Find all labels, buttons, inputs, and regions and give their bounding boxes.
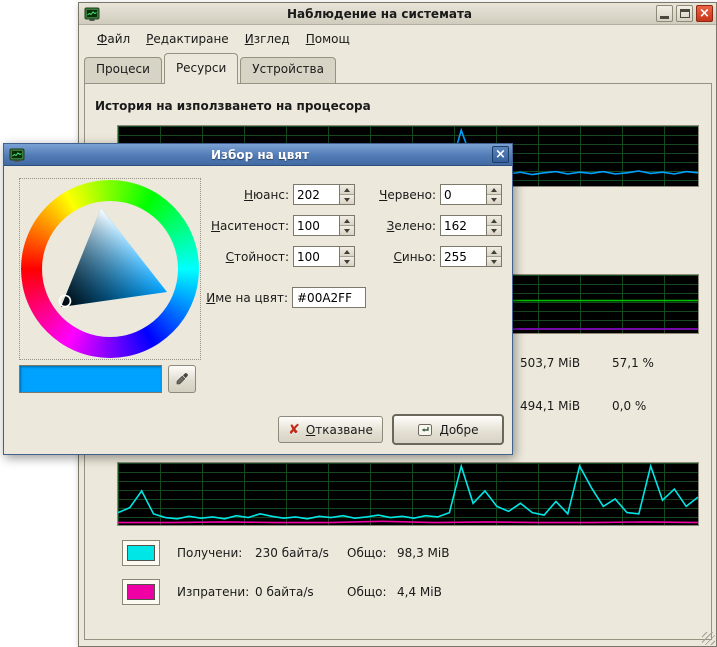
network-sent-row: Изпратени: 0 байта/s Общо: 4,4 MiB <box>122 579 442 605</box>
menu-view[interactable]: Изглед <box>237 28 298 50</box>
hue-label: Нюанс: <box>144 188 289 202</box>
dialog-close-icon: × <box>495 148 506 161</box>
sent-color-chip <box>127 584 155 600</box>
tab-resources[interactable]: Ресурси <box>164 53 238 84</box>
main-titlebar[interactable]: Наблюдение на системата × <box>79 3 716 25</box>
ok-button-label: Добре <box>439 423 478 437</box>
maximize-icon <box>680 9 690 18</box>
minimize-icon <box>660 16 669 19</box>
menu-edit[interactable]: Редактиране <box>138 28 237 50</box>
received-color-chip <box>127 545 155 561</box>
minimize-button[interactable] <box>656 5 673 22</box>
green-field-row: Зелено: <box>324 215 502 236</box>
tab-bar: Процеси Ресурси Устройства <box>84 53 338 84</box>
green-input[interactable] <box>441 216 486 235</box>
swap-usage-row: 494,1 MiB 0,0 % <box>520 399 717 413</box>
received-rate: 230 байта/s <box>255 546 347 560</box>
red-spin-buttons <box>486 185 501 204</box>
green-decrement-button[interactable] <box>487 225 501 235</box>
blue-field-row: Синьо: <box>324 246 502 267</box>
blue-decrement-button[interactable] <box>487 256 501 266</box>
sent-label: Изпратени: <box>177 585 255 599</box>
sent-total: 4,4 MiB <box>397 585 442 599</box>
memory-amount: 503,7 MiB <box>520 356 612 370</box>
window-title: Наблюдение на системата <box>103 7 656 21</box>
menu-file[interactable]: Файл <box>89 28 138 50</box>
green-spin-buttons <box>486 216 501 235</box>
resize-grip[interactable] <box>702 632 715 645</box>
up-arrow-icon <box>491 247 497 254</box>
red-decrement-button[interactable] <box>487 194 501 204</box>
dialog-title: Избор на цвят <box>28 148 492 162</box>
blue-spin-buttons <box>486 247 501 266</box>
red-field-row: Червено: <box>324 184 502 205</box>
red-increment-button[interactable] <box>487 185 501 194</box>
close-button[interactable]: × <box>696 5 713 22</box>
swap-amount: 494,1 MiB <box>520 399 612 413</box>
down-arrow-icon <box>491 260 497 267</box>
saturation-label: Наситеност: <box>144 219 289 233</box>
color-name-label: Име на цвят: <box>144 291 288 305</box>
eyedropper-button[interactable] <box>168 365 196 393</box>
menu-help[interactable]: Помощ <box>298 28 358 50</box>
network-history-chart <box>117 462 699 526</box>
cpu-section-title: История на използването на процесора <box>95 99 371 113</box>
down-arrow-icon <box>491 229 497 236</box>
red-label: Червено: <box>324 188 436 202</box>
ok-icon <box>417 422 433 438</box>
red-input[interactable] <box>441 185 486 204</box>
sent-rate: 0 байта/s <box>255 585 347 599</box>
green-increment-button[interactable] <box>487 216 501 225</box>
sent-color-button[interactable] <box>122 579 160 605</box>
eyedropper-icon <box>174 371 190 387</box>
saturation-value-triangle[interactable] <box>20 179 200 359</box>
down-arrow-icon <box>491 198 497 205</box>
close-icon: × <box>699 7 710 20</box>
memory-percent: 57,1 % <box>612 356 654 370</box>
color-preview <box>19 365 162 393</box>
dialog-close-button[interactable]: × <box>492 146 509 163</box>
color-name-row: Име на цвят: <box>144 287 366 308</box>
received-color-button[interactable] <box>122 540 160 566</box>
sent-total-label: Общо: <box>347 585 397 599</box>
cancel-button[interactable]: ✘ Отказване <box>278 416 383 443</box>
desktop: Наблюдение на системата × Файл Редактира… <box>0 0 717 647</box>
received-total-label: Общо: <box>347 546 397 560</box>
received-label: Получени: <box>177 546 255 560</box>
swap-percent: 0,0 % <box>612 399 646 413</box>
blue-spinbox <box>440 246 502 267</box>
dialog-app-icon <box>9 147 25 163</box>
menubar: Файл Редактиране Изглед Помощ <box>79 26 716 51</box>
up-arrow-icon <box>491 216 497 223</box>
dialog-titlebar[interactable]: Избор на цвят × <box>4 144 512 166</box>
memory-usage-row: 503,7 MiB 57,1 % <box>520 356 717 370</box>
system-monitor-app-icon <box>84 6 100 22</box>
tab-devices[interactable]: Устройства <box>240 57 336 83</box>
received-total: 98,3 MiB <box>397 546 449 560</box>
color-wheel[interactable] <box>19 178 201 360</box>
window-buttons: × <box>656 5 713 22</box>
value-label: Стойност: <box>144 250 289 264</box>
color-picker-dialog: Избор на цвят × <box>3 143 513 455</box>
dialog-window-buttons: × <box>492 146 509 163</box>
blue-increment-button[interactable] <box>487 247 501 256</box>
ok-button[interactable]: Добре <box>392 414 504 445</box>
maximize-button[interactable] <box>676 5 693 22</box>
tab-processes[interactable]: Процеси <box>84 57 162 83</box>
green-label: Зелено: <box>324 219 436 233</box>
red-spinbox <box>440 184 502 205</box>
up-arrow-icon <box>491 185 497 192</box>
blue-label: Синьо: <box>324 250 436 264</box>
color-name-input[interactable] <box>292 287 366 308</box>
green-spinbox <box>440 215 502 236</box>
network-received-row: Получени: 230 байта/s Общо: 98,3 MiB <box>122 540 449 566</box>
cancel-icon: ✘ <box>288 423 300 437</box>
blue-input[interactable] <box>441 247 486 266</box>
cancel-button-label: Отказване <box>306 423 373 437</box>
